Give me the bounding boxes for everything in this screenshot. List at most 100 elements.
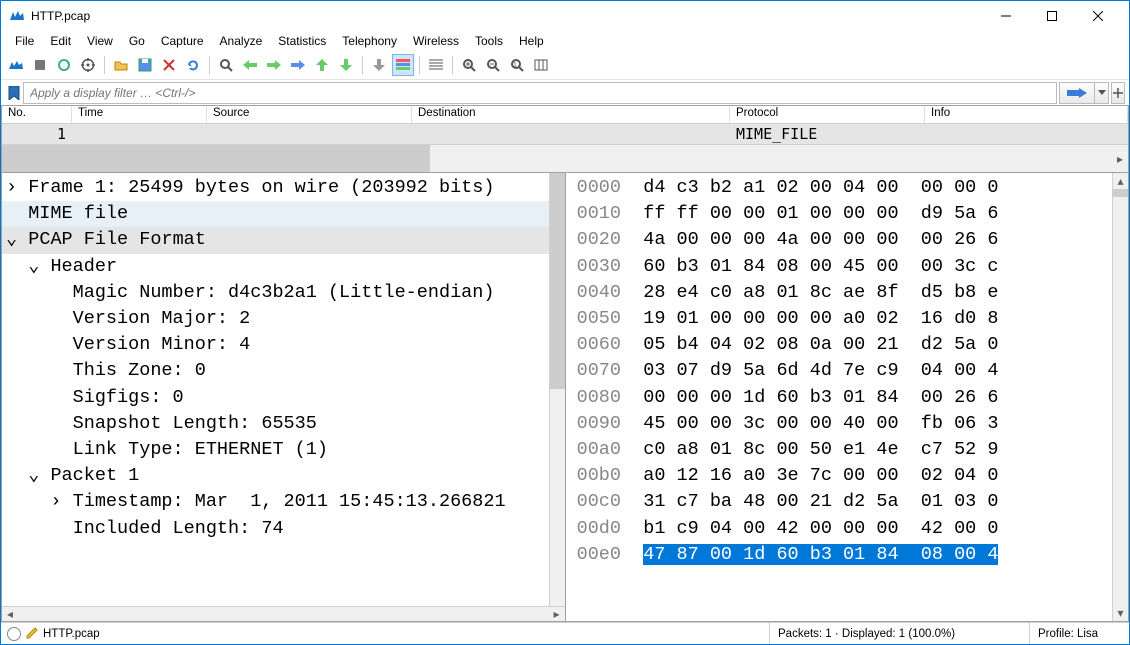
hex-row[interactable]: 0070 03 07 d9 5a 6d 4d 7e c9 04 00 4 (566, 358, 1113, 384)
menu-analyze[interactable]: Analyze (212, 32, 271, 50)
reload-file-icon[interactable] (182, 54, 204, 76)
menu-view[interactable]: View (79, 32, 121, 50)
scroll-right-icon[interactable]: ▸ (1112, 145, 1128, 172)
close-file-icon[interactable] (158, 54, 180, 76)
packet-details-pane: › Frame 1: 25499 bytes on wire (203992 b… (1, 173, 566, 622)
go-forward-icon[interactable] (263, 54, 285, 76)
add-filter-button[interactable] (1111, 82, 1125, 104)
hex-row[interactable]: 00c0 31 c7 ba 48 00 21 d2 5a 01 03 0 (566, 489, 1113, 515)
hex-row[interactable]: 0090 45 00 00 3c 00 00 40 00 fb 06 3 (566, 411, 1113, 437)
menu-go[interactable]: Go (121, 32, 153, 50)
scroll-left-icon[interactable]: ◂ (2, 607, 18, 621)
hex-row[interactable]: 0020 4a 00 00 00 4a 00 00 00 00 26 6 (566, 227, 1113, 253)
hex-row[interactable]: 0040 28 e4 c0 a8 01 8c ae 8f d5 b8 e (566, 280, 1113, 306)
details-hscroll[interactable]: ◂ ▸ (2, 606, 565, 621)
tree-row[interactable]: Link Type: ETHERNET (1) (2, 437, 549, 463)
menu-telephony[interactable]: Telephony (334, 32, 405, 50)
status-profile[interactable]: Profile: Lisa (1029, 623, 1129, 644)
column-no[interactable]: No. (2, 106, 72, 123)
go-first-icon[interactable] (311, 54, 333, 76)
column-protocol[interactable]: Protocol (730, 106, 925, 123)
tree-row[interactable]: ⌄ PCAP File Format (2, 227, 549, 253)
scroll-thumb[interactable] (550, 173, 565, 389)
column-time[interactable]: Time (72, 106, 207, 123)
expert-info-icon[interactable] (7, 627, 21, 641)
bookmark-filter-icon[interactable] (5, 84, 23, 102)
maximize-button[interactable] (1029, 1, 1075, 31)
packet-row[interactable]: 1 MIME_FILE (2, 124, 1128, 144)
restart-capture-icon[interactable] (53, 54, 75, 76)
zoom-out-icon[interactable] (482, 54, 504, 76)
stop-capture-icon[interactable] (29, 54, 51, 76)
close-button[interactable] (1075, 1, 1121, 31)
tree-row[interactable]: Magic Number: d4c3b2a1 (Little-endian) (2, 280, 549, 306)
packet-details-tree[interactable]: › Frame 1: 25499 bytes on wire (203992 b… (2, 173, 549, 606)
scroll-up-icon[interactable]: ▴ (1113, 173, 1128, 189)
toolbar: 1 (1, 51, 1129, 79)
menu-wireless[interactable]: Wireless (405, 32, 467, 50)
tree-row[interactable]: Snapshot Length: 65535 (2, 411, 549, 437)
hex-row[interactable]: 0010 ff ff 00 00 01 00 00 00 d9 5a 6 (566, 201, 1113, 227)
hex-row[interactable]: 0050 19 01 00 00 00 00 a0 02 16 d0 8 (566, 306, 1113, 332)
hex-view[interactable]: 0000 d4 c3 b2 a1 02 00 04 00 00 00 0 001… (566, 173, 1113, 621)
zoom-in-icon[interactable] (458, 54, 480, 76)
packet-bytes-pane: 0000 d4 c3 b2 a1 02 00 04 00 00 00 0 001… (566, 173, 1130, 622)
hex-row[interactable]: 00e0 47 87 00 1d 60 b3 01 84 08 00 4 (566, 542, 1113, 568)
start-capture-icon[interactable] (5, 54, 27, 76)
window-title: HTTP.pcap (31, 9, 90, 23)
menu-help[interactable]: Help (511, 32, 552, 50)
menu-file[interactable]: File (7, 32, 42, 50)
tree-row[interactable]: MIME file (2, 201, 549, 227)
go-back-icon[interactable] (239, 54, 261, 76)
hex-row[interactable]: 00a0 c0 a8 01 8c 00 50 e1 4e c7 52 9 (566, 437, 1113, 463)
menu-edit[interactable]: Edit (42, 32, 79, 50)
hex-row[interactable]: 0000 d4 c3 b2 a1 02 00 04 00 00 00 0 (566, 175, 1113, 201)
hex-row[interactable]: 00b0 a0 12 16 a0 3e 7c 00 00 02 04 0 (566, 463, 1113, 489)
column-info[interactable]: Info (925, 106, 1128, 123)
zoom-reset-icon[interactable]: 1 (506, 54, 528, 76)
tree-row[interactable]: Sigfigs: 0 (2, 385, 549, 411)
hex-row[interactable]: 0060 05 b4 04 02 08 0a 00 21 d2 5a 0 (566, 332, 1113, 358)
tree-row[interactable]: Included Length: 74 (2, 516, 549, 542)
tree-row[interactable]: ⌄ Packet 1 (2, 463, 549, 489)
resize-columns-icon[interactable] (530, 54, 552, 76)
go-last-icon[interactable] (335, 54, 357, 76)
minimize-button[interactable] (983, 1, 1029, 31)
apply-filter-button[interactable] (1059, 82, 1095, 104)
column-source[interactable]: Source (207, 106, 412, 123)
filter-history-dropdown[interactable] (1095, 82, 1109, 104)
tree-row[interactable]: › Timestamp: Mar 1, 2011 15:45:13.266821 (2, 489, 549, 515)
details-vscroll[interactable] (549, 173, 565, 606)
hex-row[interactable]: 0030 60 b3 01 84 08 00 45 00 00 3c c (566, 254, 1113, 280)
wireshark-icon (9, 8, 25, 24)
hex-row[interactable]: 0080 00 00 00 1d 60 b3 01 84 00 26 6 (566, 385, 1113, 411)
menu-capture[interactable]: Capture (153, 32, 212, 50)
menu-tools[interactable]: Tools (467, 32, 511, 50)
tree-row[interactable]: › Frame 1: 25499 bytes on wire (203992 b… (2, 175, 549, 201)
cell-protocol: MIME_FILE (730, 125, 925, 143)
display-filter-input[interactable] (23, 82, 1057, 104)
capture-options-icon[interactable] (77, 54, 99, 76)
hex-row[interactable]: 00d0 b1 c9 04 00 42 00 00 00 42 00 0 (566, 516, 1113, 542)
tree-row[interactable]: Version Minor: 4 (2, 332, 549, 358)
cell-no: 1 (2, 125, 72, 143)
scroll-right-icon[interactable]: ▸ (549, 607, 565, 621)
column-destination[interactable]: Destination (412, 106, 730, 123)
packet-list-layout-icon[interactable] (425, 54, 447, 76)
edit-capture-comment-icon[interactable] (25, 625, 39, 642)
tree-row[interactable]: Version Major: 2 (2, 306, 549, 332)
auto-scroll-icon[interactable] (368, 54, 390, 76)
find-packet-icon[interactable] (215, 54, 237, 76)
go-to-packet-icon[interactable] (287, 54, 309, 76)
scroll-down-icon[interactable]: ▾ (1113, 605, 1128, 621)
tree-row[interactable]: ⌄ Header (2, 254, 549, 280)
scroll-thumb[interactable] (2, 145, 430, 172)
hex-vscroll[interactable]: ▴ ▾ (1112, 173, 1128, 621)
tree-row[interactable]: This Zone: 0 (2, 358, 549, 384)
colorize-packets-icon[interactable] (392, 54, 414, 76)
open-file-icon[interactable] (110, 54, 132, 76)
menu-statistics[interactable]: Statistics (270, 32, 334, 50)
scroll-thumb[interactable] (1113, 189, 1128, 197)
save-file-icon[interactable] (134, 54, 156, 76)
packet-list-hscroll[interactable]: ◂ ▸ (2, 144, 1128, 172)
